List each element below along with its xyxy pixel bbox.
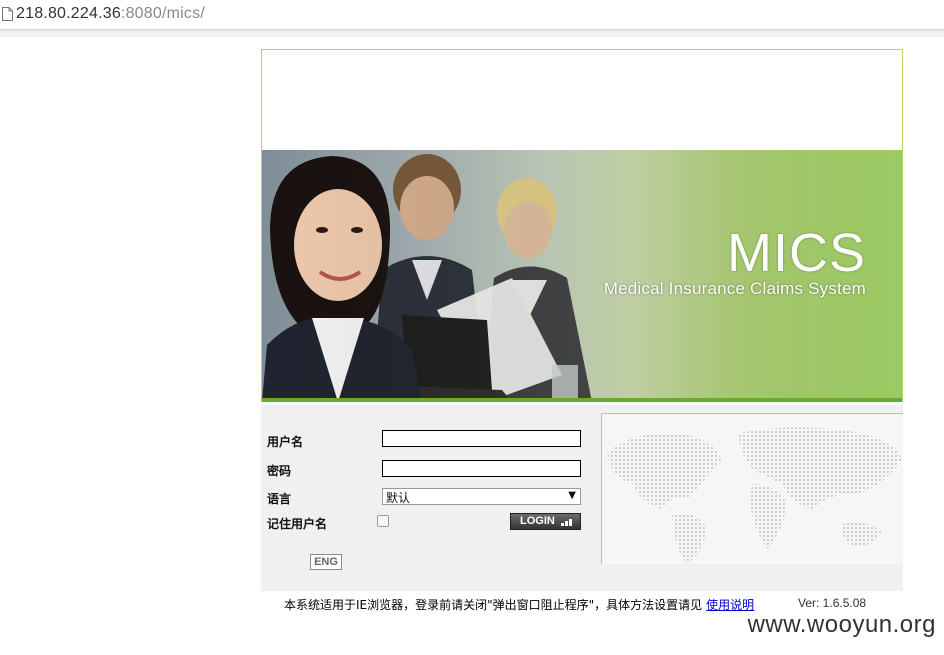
- footer-notice: 本系统适用于IE浏览器，登录前请关闭"弹出窗口阻止程序"，具体方法设置请见 使用说…: [284, 596, 754, 613]
- password-input[interactable]: [382, 460, 581, 477]
- login-button[interactable]: LOGIN: [510, 513, 581, 530]
- url-host: 218.80.224.36: [16, 5, 121, 22]
- eng-language-button[interactable]: ENG: [310, 554, 342, 570]
- url-text[interactable]: 218.80.224.36:8080/mics/: [16, 5, 205, 23]
- banner-title: MICS: [727, 223, 866, 283]
- username-input[interactable]: [382, 430, 581, 447]
- address-bar[interactable]: 218.80.224.36:8080/mics/: [0, 0, 944, 30]
- url-path: /mics/: [161, 5, 205, 22]
- watermark: www.wooyun.org: [747, 611, 936, 638]
- url-port: :8080: [120, 5, 162, 22]
- username-label: 用户名: [267, 435, 304, 449]
- footer-notice-text: 本系统适用于IE浏览器，登录前请关闭"弹出窗口阻止程序"，具体方法设置请见: [284, 598, 703, 612]
- language-select-value: 默认: [386, 491, 411, 505]
- banner-divider: [262, 398, 902, 402]
- password-label: 密码: [267, 464, 292, 478]
- banner-image: MICS Medical Insurance Claims System: [262, 150, 902, 402]
- version-text: Ver: 1.6.5.08: [798, 596, 867, 610]
- login-button-label: LOGIN: [520, 515, 555, 527]
- help-link[interactable]: 使用说明: [706, 598, 754, 612]
- dropdown-arrow-icon: ▼: [568, 490, 576, 501]
- login-panel: 用户名 密码 语言 默认 ▼ 记住用户名 LOGIN ENG: [261, 405, 903, 591]
- language-label: 语言: [267, 492, 292, 506]
- language-select[interactable]: 默认 ▼: [382, 488, 581, 505]
- login-arrow-icon: [561, 518, 572, 530]
- world-map-image: [601, 413, 903, 564]
- remember-label: 记住用户名: [267, 517, 328, 531]
- remember-username-checkbox[interactable]: [377, 515, 389, 527]
- page-icon: [2, 6, 13, 25]
- banner-subtitle: Medical Insurance Claims System: [603, 279, 866, 298]
